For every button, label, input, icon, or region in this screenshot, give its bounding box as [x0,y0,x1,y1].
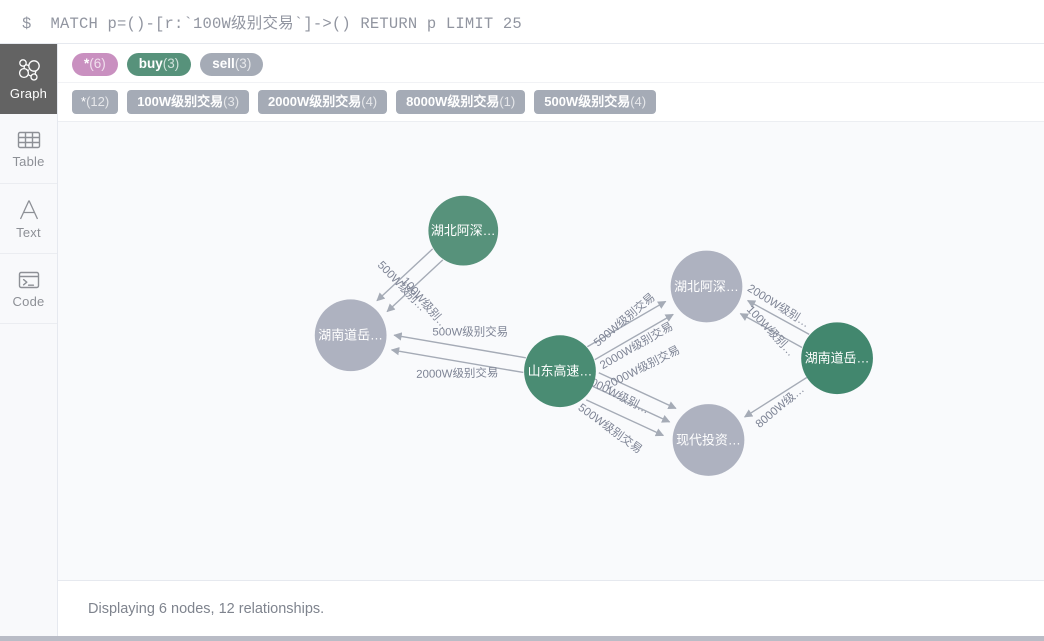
query-text: $ MATCH p=()-[r:`100W级别交易`]->() RETURN p… [22,11,522,33]
bottom-rule [0,636,1044,641]
node-label-chip-count: (6) [89,56,106,71]
sidebar-label-text: Text [16,225,41,240]
node-label-chip-name: sell [212,56,235,71]
sidebar-item-code[interactable]: Code [0,254,57,324]
rel-type-chip-2000w[interactable]: 2000W级别交易 (4) [258,89,388,114]
query-string: MATCH p=()-[r:`100W级别交易`]->() RETURN p L… [50,14,522,33]
relationship-label-layer: 500W级别…100W级别…500W级别交易2000W级别交易500W级别交易2… [375,258,812,456]
sidebar-item-table[interactable]: Table [0,114,57,184]
graph-node[interactable]: 湖南道岳… [314,298,387,371]
rel-type-chip-all[interactable]: * (12) [72,89,119,114]
graph-node-circle[interactable] [314,298,387,371]
relationship-line[interactable] [746,299,810,335]
table-icon [16,129,42,151]
graph-node[interactable]: 湖北阿深… [670,250,743,322]
graph-result-frame: * (6) buy (3) sell (3) * (12) 100W级别交易 (3) 20… [58,44,1044,636]
sidebar-label-table: Table [12,154,45,169]
graph-node-circle[interactable] [428,195,499,266]
relationship-label: 500W级别交易 [576,400,645,456]
node-label-chip-row: * (6) buy (3) sell (3) [58,50,1044,79]
relationship-line[interactable] [585,398,665,436]
relationship-label: 2000W级别… [745,281,812,329]
text-icon [16,198,42,222]
relationship-line[interactable] [598,371,677,409]
relationship-line[interactable] [739,312,803,348]
relationship-line[interactable] [592,385,671,423]
node-label-chip-count: (3) [162,56,180,71]
node-label-chip-count: (3) [234,56,252,71]
node-label-chip-buy[interactable]: buy (3) [126,53,192,76]
graph-visualization-svg[interactable]: 500W级别…100W级别…500W级别交易2000W级别交易500W级别交易2… [58,122,1044,581]
sidebar-item-graph[interactable]: Graph [0,44,57,114]
query-editor-bar[interactable]: $ MATCH p=()-[r:`100W级别交易`]->() RETURN p… [0,0,1044,44]
relationship-label: 2000W级别交易 [603,342,683,392]
node-label-chip-sell[interactable]: sell (3) [200,53,264,76]
prompt-symbol: $ [22,14,32,33]
relationship-label: 2000W级别交易 [416,365,498,380]
view-mode-sidebar: Graph Table Text Code [0,44,58,636]
relationship-line[interactable] [594,313,674,360]
code-icon [16,269,42,291]
graph-node[interactable]: 湖北阿深… [428,195,499,266]
graph-node-circle[interactable] [672,403,745,476]
sidebar-label-graph: Graph [9,86,48,101]
rel-type-chip-name: 8000W级别交易 [406,93,500,109]
rel-type-chip-row: * (12) 100W级别交易 (3) 2000W级别交易 (4) 8000W级别交易… [58,81,1044,117]
rel-type-chip-name: 500W级别交易 [544,93,631,109]
rel-type-chip-count: (4) [361,93,378,109]
rel-type-chip-count: (1) [499,93,516,109]
sidebar-filler [0,324,57,636]
relationship-line[interactable] [386,258,444,312]
relationship-label: 500W级别交易 [591,289,658,348]
relationship-label: 100W级别… [399,274,451,331]
rel-type-chip-8000w[interactable]: 8000W级别交易 (1) [396,89,526,114]
rel-type-chip-500w[interactable]: 500W级别交易 (4) [534,89,657,114]
node-label-chip-all[interactable]: * (6) [72,53,118,76]
relationship-line[interactable] [586,300,667,347]
status-message: Displaying 6 nodes, 12 relationships. [88,600,325,617]
rel-type-chip-count: (3) [223,93,240,109]
rel-type-chip-count: (4) [630,93,647,109]
result-status-bar: Displaying 6 nodes, 12 relationships. [58,580,1044,636]
relationship-label: 500W级别… [375,258,429,313]
relationship-layer [376,247,810,436]
graph-node[interactable]: 湖南道岳… [801,321,873,394]
graph-legend: * (6) buy (3) sell (3) * (12) 100W级别交易 (3) 20… [58,44,1044,121]
graph-node[interactable]: 现代投资… [672,403,745,476]
relationship-line[interactable] [376,247,434,301]
relationship-label: 2000W级别交易 [597,318,675,371]
relationship-label: 500W级别交易 [432,324,508,338]
rel-type-chip-count: (12) [86,93,110,109]
relationship-line[interactable] [743,376,808,418]
neo4j-browser-result-frame: $ MATCH p=()-[r:`100W级别交易`]->() RETURN p… [0,0,1044,641]
node-label-chip-name: buy [138,56,163,71]
sidebar-label-code: Code [12,294,45,309]
rel-type-chip-100w[interactable]: 100W级别交易 (3) [127,89,250,114]
rel-type-chip-name: 2000W级别交易 [268,93,362,109]
graph-icon [15,57,43,83]
graph-node-circle[interactable] [524,334,596,407]
sidebar-item-text[interactable]: Text [0,184,57,254]
graph-node-circle[interactable] [801,321,873,394]
rel-type-chip-name: 100W级别交易 [137,93,224,109]
graph-node[interactable]: 山东高速… [524,334,596,407]
graph-node-circle[interactable] [670,250,743,322]
graph-canvas[interactable]: 500W级别… 100W级别… 500W级别交易 2000W级别交易 500W级别交易 2… [58,120,1044,581]
